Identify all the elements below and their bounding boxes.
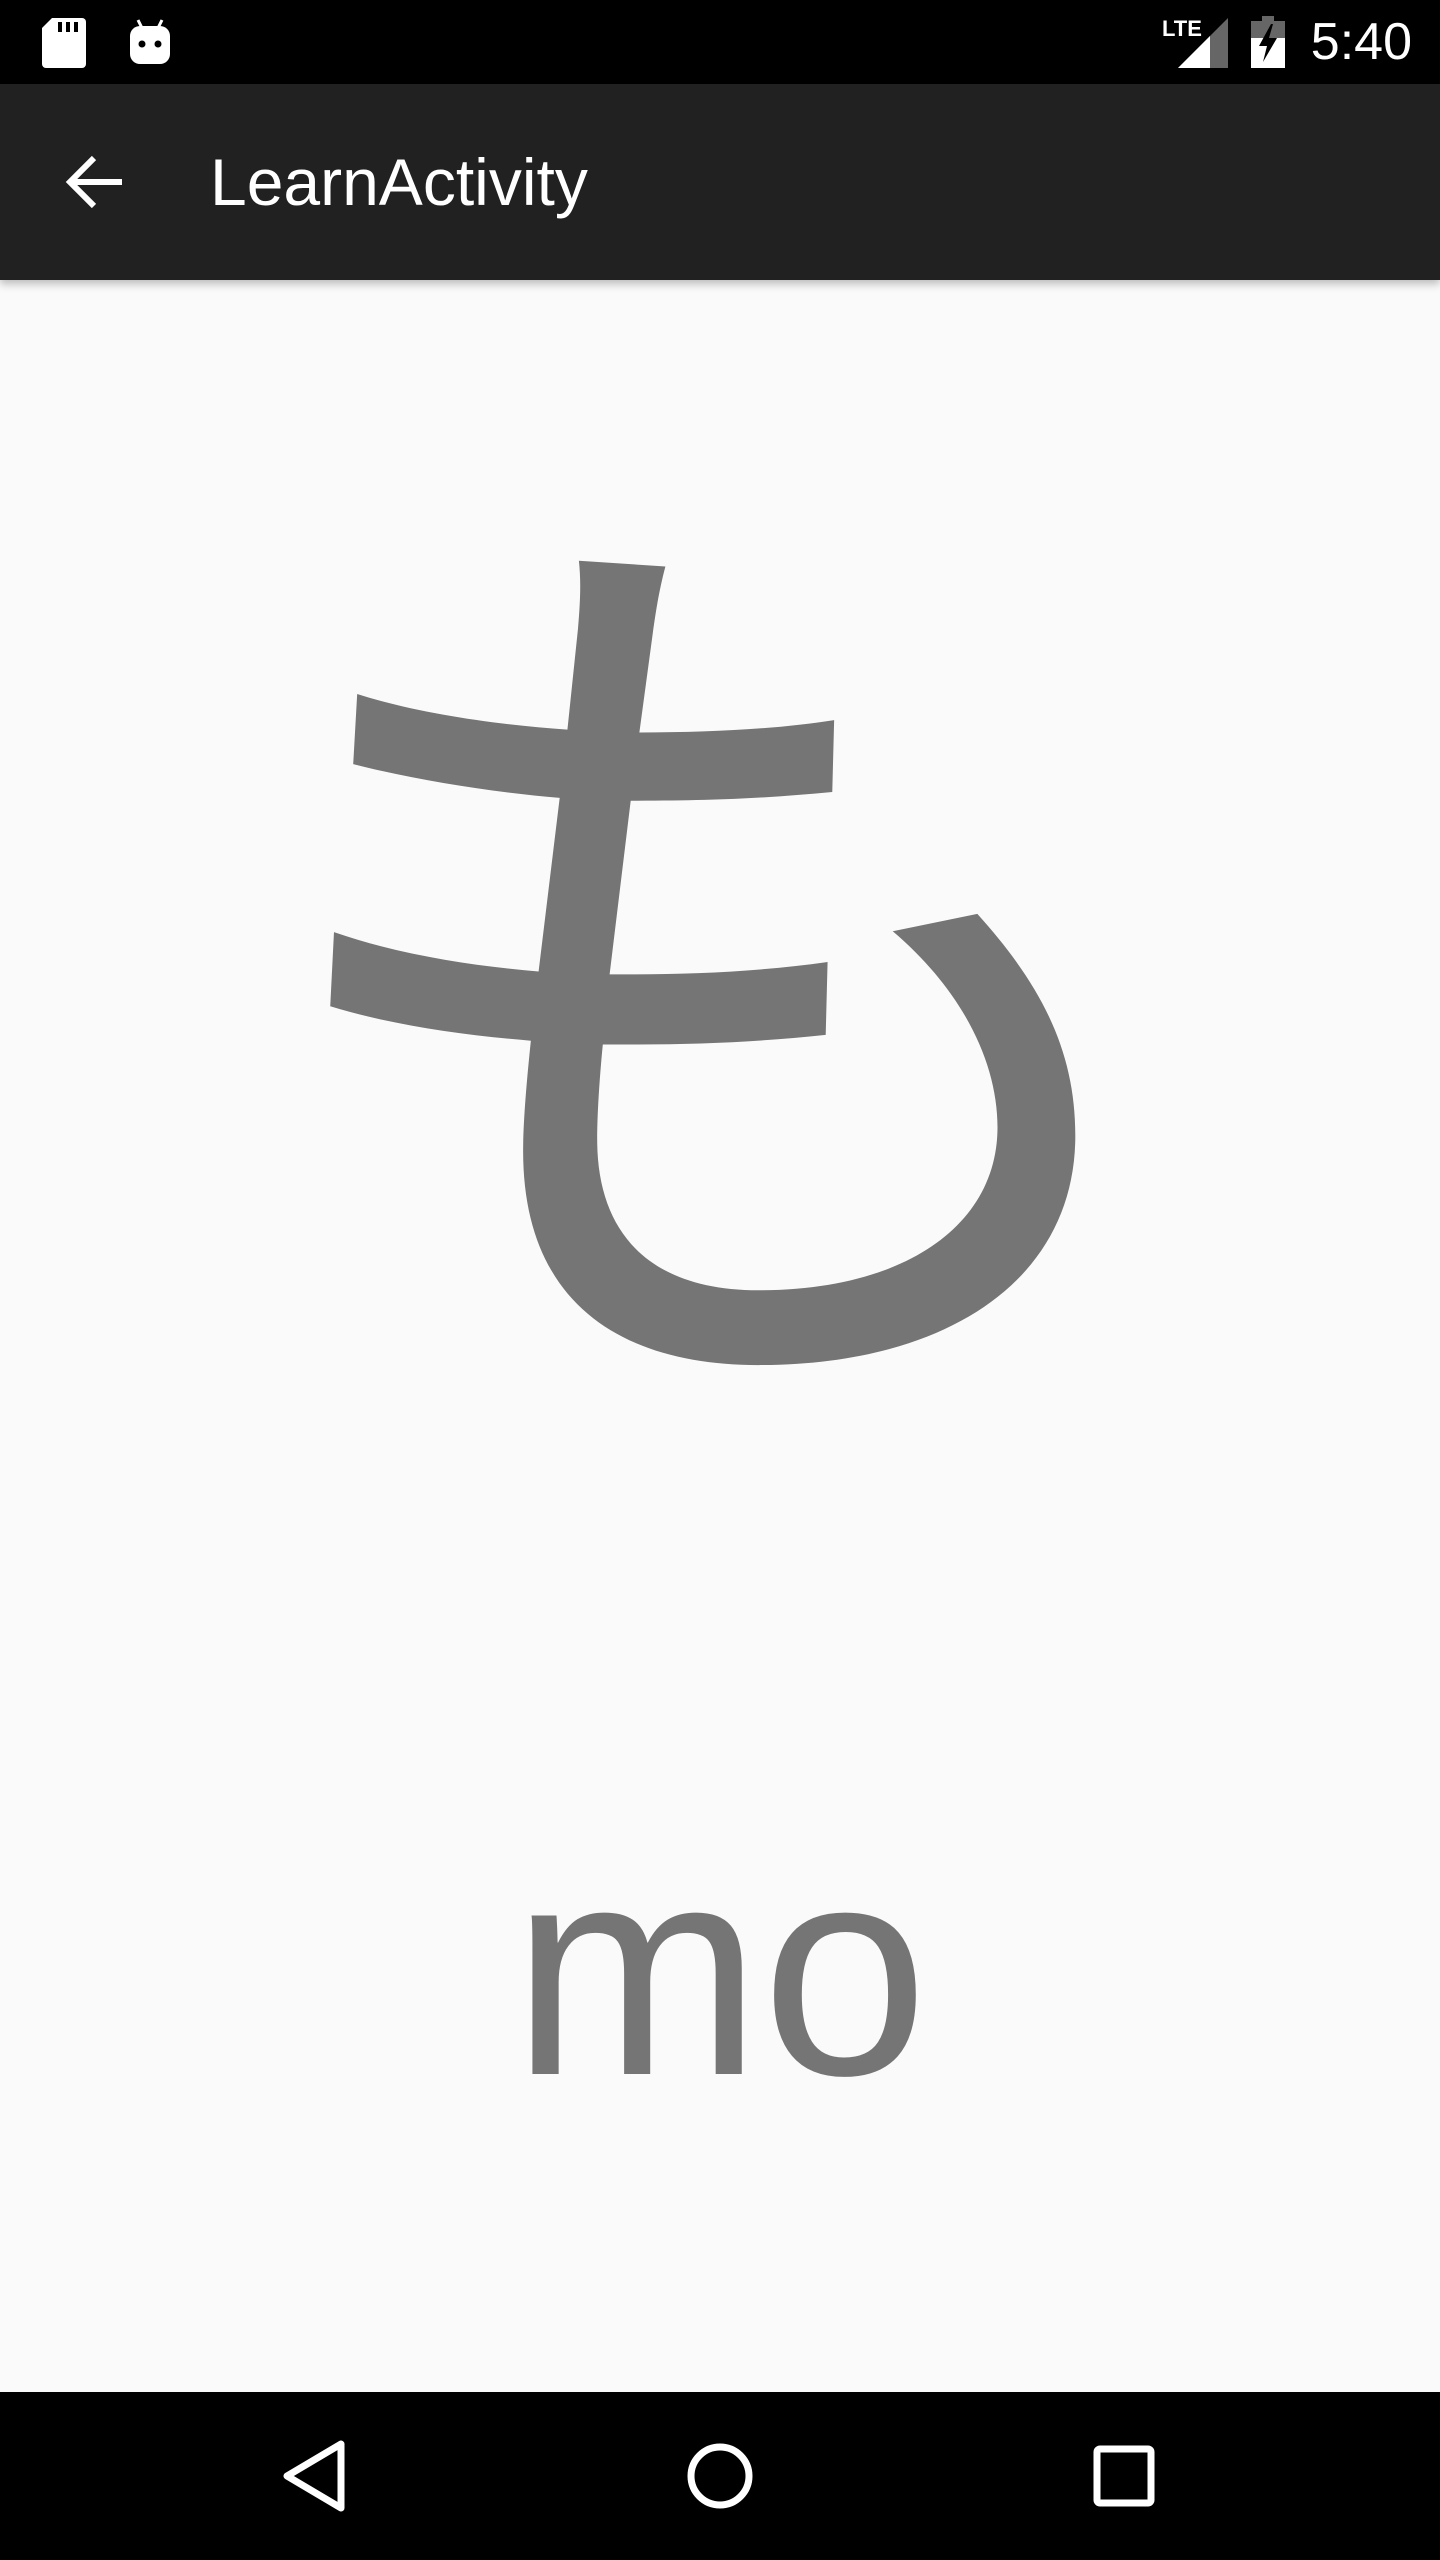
page-title: LearnActivity (210, 145, 588, 219)
nav-back-icon (283, 2440, 345, 2512)
app-bar: LearnActivity (0, 84, 1440, 280)
back-button[interactable] (48, 134, 144, 230)
android-icon (118, 14, 182, 70)
nav-home-button[interactable] (670, 2426, 770, 2526)
kana-character: も (240, 431, 1200, 1548)
status-bar: LTE 5:40 (0, 0, 1440, 84)
learn-card[interactable]: も mo (0, 280, 1440, 2392)
battery-charging-icon (1248, 14, 1288, 70)
svg-text:LTE: LTE (1162, 16, 1202, 41)
navigation-bar (0, 2392, 1440, 2560)
romaji-label: mo (511, 1802, 929, 2138)
lte-signal-icon: LTE (1160, 14, 1232, 70)
nav-home-icon (687, 2443, 753, 2509)
nav-recents-icon (1093, 2445, 1155, 2507)
sd-card-icon (36, 14, 92, 70)
nav-back-button[interactable] (266, 2426, 366, 2526)
arrow-back-icon (65, 155, 122, 209)
nav-recents-button[interactable] (1074, 2426, 1174, 2526)
status-time: 5:40 (1310, 13, 1412, 71)
